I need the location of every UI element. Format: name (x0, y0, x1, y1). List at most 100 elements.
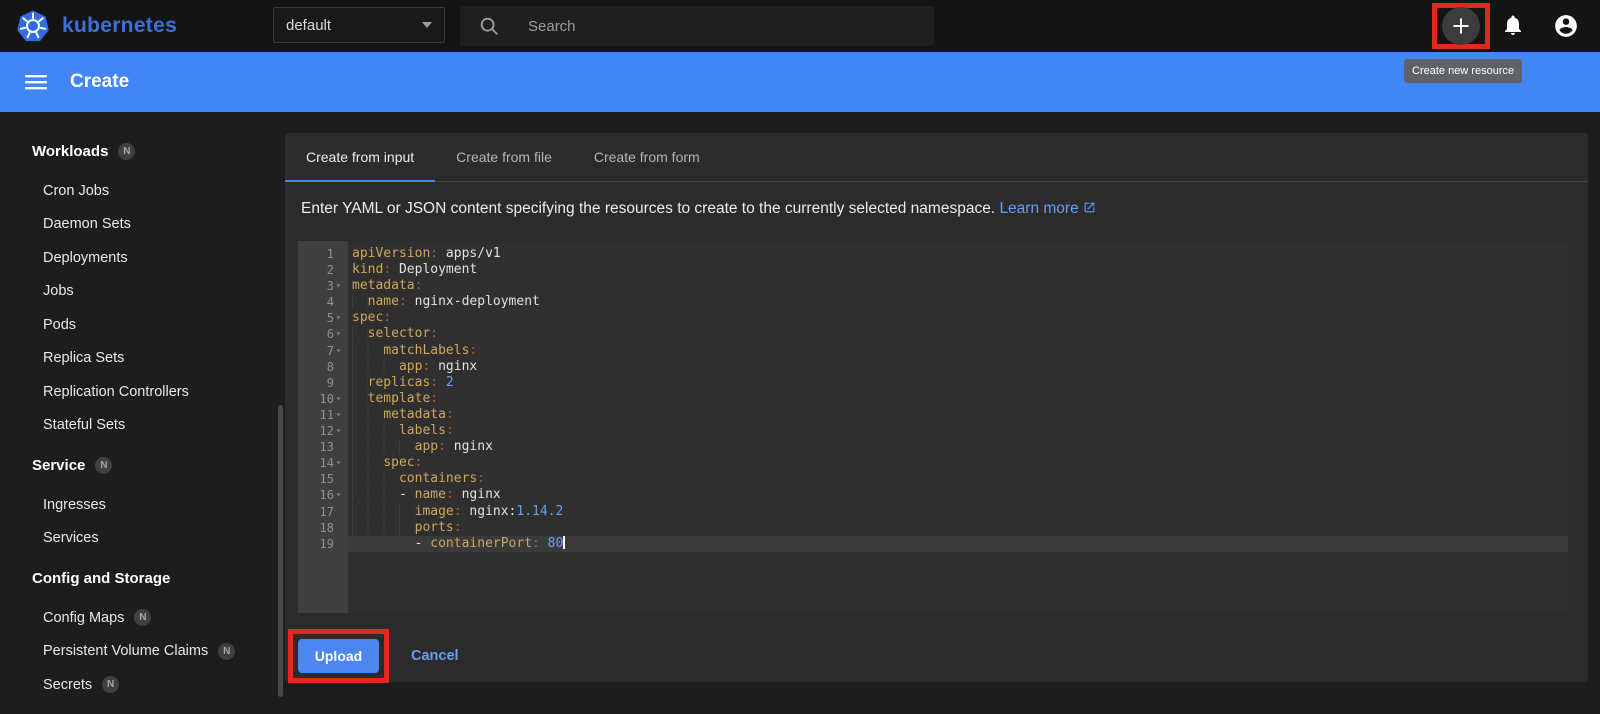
code-line[interactable]: replicas: 2 (348, 374, 1568, 391)
line-number: 10 (319, 391, 334, 406)
sidebar-item-label: Pods (43, 316, 77, 333)
create-new-resource-button[interactable] (1442, 7, 1480, 45)
gutter-cell: 11 ▾ (298, 407, 348, 423)
gutter-cell: 7 ▾ (298, 343, 348, 359)
sidebar-item-replica-sets[interactable]: Replica Sets (0, 342, 285, 376)
code-line[interactable]: containers: (348, 471, 1568, 487)
namespaced-badge: N (218, 642, 236, 660)
code-line[interactable]: apiVersion: apps/v1 (348, 246, 1568, 262)
code-line[interactable]: - name: nginx (348, 487, 1568, 503)
code-line[interactable]: labels: (348, 423, 1568, 439)
search-bar[interactable] (460, 6, 934, 46)
code-line[interactable]: metadata: (348, 406, 1568, 423)
learn-more-link[interactable]: Learn more (999, 200, 1096, 217)
yaml-editor[interactable]: 1 2 3 ▾ 4 5 ▾ 6 ▾ 7 ▾ 8 9 10 ▾ 11 ▾ 12 ▾ 13 14 ▾ 15 16 ▾ 17 18 19 a… (298, 241, 1568, 613)
gutter-cell: 14 ▾ (298, 455, 348, 471)
namespace-value: default (286, 16, 332, 34)
sidebar-item-label: Services (43, 530, 99, 547)
sidebar-item-persistent-volume-claims[interactable]: Persistent Volume Claims N (0, 635, 285, 669)
line-number: 18 (319, 520, 334, 535)
code-line[interactable]: spec: (348, 310, 1568, 326)
sidebar-item-services[interactable]: Services (0, 522, 285, 556)
gutter-cell: 6 ▾ (298, 326, 348, 342)
sidebar-item-label: Secrets (43, 676, 93, 693)
code-line[interactable]: - containerPort: 80 (348, 535, 1568, 552)
code-line[interactable]: matchLabels: (348, 342, 1568, 359)
code-line[interactable]: kind: Deployment (348, 262, 1568, 278)
sidebar-scrollbar[interactable] (278, 405, 283, 697)
gutter-cell: 5 ▾ (298, 310, 348, 326)
line-number: 17 (319, 504, 334, 519)
sidebar-item-label: Cron Jobs (43, 182, 110, 199)
page-title: Create (70, 71, 130, 92)
namespace-selector[interactable]: default (273, 7, 445, 43)
gutter-cell: 8 (298, 359, 348, 375)
sidebar-item-label: Stateful Sets (43, 417, 126, 434)
fold-icon: ▾ (336, 345, 341, 355)
sidebar-item-secrets[interactable]: Secrets N (0, 668, 285, 702)
brand-title: kubernetes (62, 14, 178, 37)
fold-icon: ▾ (336, 313, 341, 323)
line-number: 11 (319, 407, 334, 422)
line-number: 3 (326, 279, 334, 294)
sidebar-item-cron-jobs[interactable]: Cron Jobs (0, 174, 285, 208)
search-input[interactable] (526, 16, 890, 36)
code-line[interactable]: name: nginx-deployment (348, 294, 1568, 310)
sidebar-item-ingresses[interactable]: Ingresses (0, 488, 285, 522)
top-toolbar: kubernetes default (0, 0, 1600, 52)
gutter-cell: 1 (298, 246, 348, 262)
code-line[interactable]: metadata: (348, 278, 1568, 294)
sidebar-nav: Workloads N Cron Jobs Daemon Sets Deployment… (0, 128, 285, 702)
kubernetes-dashboard: kubernetes default Search Create Create … (0, 0, 1600, 714)
namespaced-badge: N (134, 609, 152, 627)
notifications-button[interactable] (1501, 13, 1525, 37)
sidebar-item-pods[interactable]: Pods (0, 308, 285, 342)
upload-button[interactable]: Upload (298, 639, 379, 673)
sidebar-item-replication-controllers[interactable]: Replication Controllers (0, 375, 285, 409)
tab-create-from-file[interactable]: Create from file (435, 133, 573, 181)
search-icon (478, 15, 500, 37)
editor-code[interactable]: apiVersion: apps/v1 kind: Deployment metad… (348, 241, 1568, 613)
line-number: 2 (326, 263, 334, 278)
sidebar-item-label: Jobs (43, 283, 74, 300)
code-line[interactable]: ports: (348, 519, 1568, 536)
sidebar-item-stateful-sets[interactable]: Stateful Sets (0, 409, 285, 443)
sidebar-item-daemon-sets[interactable]: Daemon Sets (0, 208, 285, 242)
gutter-cell: 4 (298, 294, 348, 310)
section-label: Workloads (32, 142, 109, 160)
external-link-icon (1083, 200, 1096, 217)
sidebar-section-service: Service N (0, 442, 285, 488)
code-line[interactable]: image: nginx:1.14.2 (348, 503, 1568, 520)
line-number: 9 (326, 375, 334, 390)
sidebar-item-deployments[interactable]: Deployments (0, 241, 285, 275)
gutter-cell: 17 (298, 504, 348, 520)
plus-icon (1448, 13, 1474, 39)
line-number: 7 (326, 343, 334, 358)
line-number: 12 (319, 424, 334, 439)
gutter-cell: 2 (298, 262, 348, 278)
sidebar-item-label: Ingresses (43, 496, 106, 513)
menu-button[interactable] (20, 66, 52, 98)
tab-create-from-input[interactable]: Create from input (285, 133, 436, 182)
sidebar-item-jobs[interactable]: Jobs (0, 275, 285, 309)
cancel-button[interactable]: Cancel (411, 648, 459, 664)
action-buttons: Upload Cancel (288, 629, 1588, 683)
tab-create-from-form[interactable]: Create from form (573, 133, 721, 181)
sidebar: Workloads N Cron Jobs Daemon Sets Deployment… (0, 112, 285, 714)
fold-icon: ▾ (336, 458, 341, 468)
account-button[interactable] (1553, 13, 1579, 39)
sidebar-item-label: Persistent Volume Claims (43, 643, 209, 660)
brand-logo[interactable]: kubernetes (16, 0, 177, 52)
code-line[interactable]: template: (348, 390, 1568, 407)
code-line[interactable]: app: nginx (348, 439, 1568, 455)
section-label: Config and Storage (32, 569, 171, 587)
code-line[interactable]: selector: (348, 326, 1568, 342)
fold-icon: ▾ (336, 426, 341, 436)
line-number: 13 (319, 440, 334, 455)
sidebar-item-config-maps[interactable]: Config Maps N (0, 601, 285, 635)
code-line[interactable]: app: nginx (348, 358, 1568, 375)
code-line[interactable]: spec: (348, 455, 1568, 471)
line-number: 19 (319, 536, 334, 551)
line-number: 5 (326, 311, 334, 326)
kubernetes-logo-icon (16, 9, 50, 43)
